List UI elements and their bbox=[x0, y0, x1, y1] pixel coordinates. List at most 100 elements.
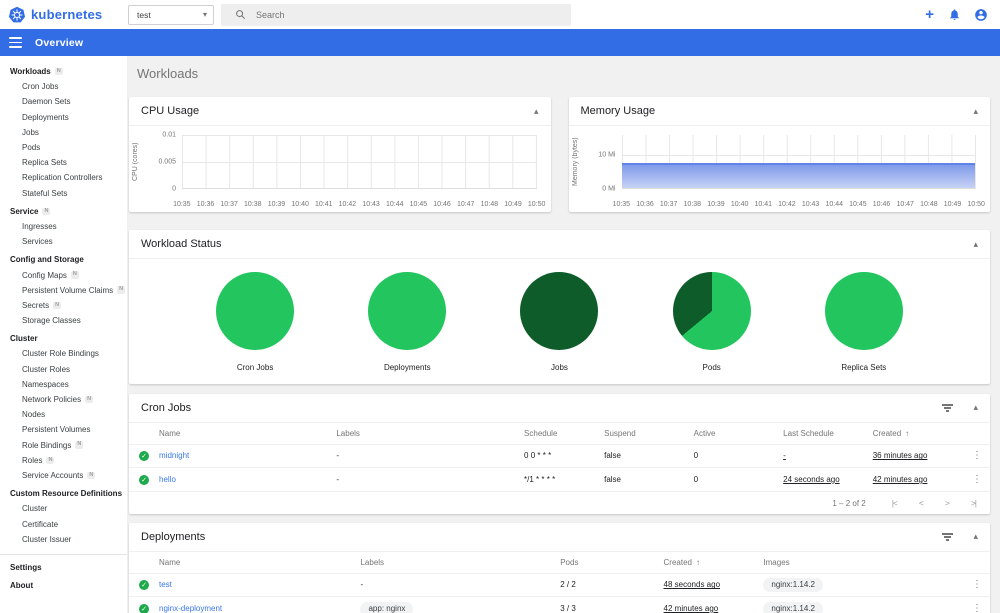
user-account-icon[interactable] bbox=[974, 8, 988, 22]
workload-status-title: Workload Status bbox=[141, 238, 222, 250]
filter-icon[interactable] bbox=[940, 402, 955, 414]
sidebar-item-namespaces[interactable]: Namespaces bbox=[0, 377, 127, 392]
collapse-caret-icon[interactable]: ▴ bbox=[973, 239, 978, 249]
memory-usage-title: Memory Usage bbox=[580, 105, 656, 117]
x-tick: 10:42 bbox=[778, 201, 796, 208]
namespaced-badge: N bbox=[75, 441, 84, 449]
sidebar-item-daemon-sets[interactable]: Daemon Sets bbox=[0, 94, 127, 109]
column-header-created[interactable]: Created ↑ bbox=[664, 552, 764, 573]
x-tick: 10:48 bbox=[920, 201, 938, 208]
table-header-row: Name Labels Schedule Suspend Active Last… bbox=[129, 423, 990, 444]
chevron-down-icon: ▾ bbox=[202, 10, 207, 19]
first-page-button[interactable]: |< bbox=[892, 498, 898, 508]
sort-ascending-icon: ↑ bbox=[905, 428, 910, 438]
sidebar-item-nodes[interactable]: Nodes bbox=[0, 407, 127, 422]
sidebar-item-crd-cluster[interactable]: Cluster bbox=[0, 501, 127, 516]
deployment-name-link[interactable]: test bbox=[159, 580, 172, 589]
prev-page-button[interactable]: < bbox=[919, 498, 924, 508]
sidebar-item-crd-certificate[interactable]: Certificate bbox=[0, 516, 127, 531]
row-menu-button[interactable]: ⋮ bbox=[972, 579, 982, 590]
last-page-button[interactable]: >| bbox=[971, 498, 977, 508]
column-header-labels[interactable]: Labels bbox=[360, 552, 560, 573]
pods-cell: 2 / 2 bbox=[560, 572, 664, 597]
filter-icon[interactable] bbox=[940, 531, 955, 543]
column-header-name[interactable]: Name bbox=[159, 423, 336, 444]
sidebar-item-crd-cluster-issuer[interactable]: Cluster Issuer bbox=[0, 532, 127, 547]
collapse-caret-icon[interactable]: ▴ bbox=[973, 403, 978, 412]
sidebar-item-replica-sets[interactable]: Replica Sets bbox=[0, 155, 127, 170]
jobs-pie-group: Jobs bbox=[494, 272, 624, 372]
created-cell: 36 minutes ago bbox=[872, 451, 928, 461]
workload-status-pies: Cron Jobs Deployments Jobs Pods Replica … bbox=[129, 259, 990, 372]
search-input[interactable] bbox=[256, 9, 506, 20]
topbar-actions: + bbox=[925, 7, 1000, 22]
sidebar-item-cluster-role-bindings[interactable]: Cluster Role Bindings bbox=[0, 346, 127, 361]
row-menu-button[interactable]: ⋮ bbox=[972, 603, 982, 613]
sidebar-item-persistent-volume-claims[interactable]: Persistent Volume Claims N bbox=[0, 283, 127, 298]
search-bar[interactable] bbox=[221, 3, 571, 26]
sidebar-item-storage-classes[interactable]: Storage Classes bbox=[0, 313, 127, 328]
created-cell: 48 seconds ago bbox=[663, 580, 721, 590]
sidebar-item-deployments[interactable]: Deployments bbox=[0, 110, 127, 125]
sidebar-item-persistent-volumes[interactable]: Persistent Volumes bbox=[0, 422, 127, 437]
namespace-selector[interactable]: test ▾ bbox=[128, 4, 214, 25]
column-header-created[interactable]: Created ↑ bbox=[873, 423, 964, 444]
sidebar-item-jobs[interactable]: Jobs bbox=[0, 125, 127, 140]
namespaced-badge: N bbox=[70, 271, 79, 279]
sidebar-item-secrets[interactable]: Secrets N bbox=[0, 298, 127, 313]
collapse-caret-icon[interactable]: ▴ bbox=[973, 106, 978, 116]
deployment-name-link[interactable]: nginx-deployment bbox=[159, 604, 222, 613]
collapse-caret-icon[interactable]: ▴ bbox=[973, 532, 978, 541]
column-header-last-schedule[interactable]: Last Schedule bbox=[783, 423, 873, 444]
x-tick: 10:41 bbox=[315, 201, 333, 208]
sidebar-header-workloads[interactable]: Workloads N bbox=[0, 64, 127, 79]
namespaced-badge: N bbox=[117, 286, 126, 294]
namespaced-badge: N bbox=[46, 456, 55, 465]
x-tick: 10:39 bbox=[707, 201, 725, 208]
suspend-cell: false bbox=[604, 443, 694, 468]
cron-jobs-table: Name Labels Schedule Suspend Active Last… bbox=[129, 423, 990, 491]
deployments-pie-group: Deployments bbox=[342, 272, 472, 372]
sidebar-item-pods[interactable]: Pods bbox=[0, 140, 127, 155]
sidebar-item-ingresses[interactable]: Ingresses bbox=[0, 219, 127, 234]
sidebar-item-cluster-roles[interactable]: Cluster Roles bbox=[0, 362, 127, 377]
menu-hamburger-icon[interactable] bbox=[9, 37, 22, 48]
collapse-caret-icon[interactable]: ▴ bbox=[534, 106, 539, 116]
column-header-suspend[interactable]: Suspend bbox=[604, 423, 694, 444]
x-tick: 10:36 bbox=[636, 201, 654, 208]
kubernetes-logo[interactable]: kubernetes bbox=[0, 6, 120, 24]
sidebar-item-about[interactable]: About bbox=[0, 578, 127, 593]
sidebar-item-services[interactable]: Services bbox=[0, 234, 127, 249]
column-header-pods[interactable]: Pods bbox=[560, 552, 663, 573]
cronjob-name-link[interactable]: midnight bbox=[159, 451, 189, 460]
replica-sets-pie-group: Replica Sets bbox=[799, 272, 929, 372]
row-menu-button[interactable]: ⋮ bbox=[972, 474, 982, 485]
sidebar-item-role-bindings[interactable]: Role Bindings N bbox=[0, 438, 127, 453]
sidebar-item-config-maps[interactable]: Config Maps N bbox=[0, 267, 127, 282]
cronjob-name-link[interactable]: hello bbox=[159, 475, 176, 484]
sidebar-item-service-accounts[interactable]: Service Accounts N bbox=[0, 468, 127, 483]
sidebar-item-settings[interactable]: Settings bbox=[0, 560, 127, 575]
sidebar-header-service[interactable]: Service N bbox=[0, 204, 127, 219]
cron-jobs-card: Cron Jobs ▴ Name Labels Schedule Suspend… bbox=[129, 394, 990, 514]
column-header-active[interactable]: Active bbox=[694, 423, 784, 444]
row-menu-button[interactable]: ⋮ bbox=[972, 450, 982, 461]
notifications-bell-icon[interactable] bbox=[947, 8, 961, 22]
sidebar-item-stateful-sets[interactable]: Stateful Sets bbox=[0, 186, 127, 201]
sidebar-item-replication-controllers[interactable]: Replication Controllers bbox=[0, 170, 127, 185]
sidebar-item-cron-jobs[interactable]: Cron Jobs bbox=[0, 79, 127, 94]
column-header-images[interactable]: Images bbox=[763, 552, 964, 573]
created-cell: 42 minutes ago bbox=[663, 604, 719, 613]
column-header-labels[interactable]: Labels bbox=[336, 423, 524, 444]
status-success-icon: ✓ bbox=[139, 450, 149, 461]
created-cell: 42 minutes ago bbox=[872, 475, 928, 484]
create-resource-button[interactable]: + bbox=[925, 7, 934, 22]
x-tick: 10:50 bbox=[527, 201, 546, 208]
sidebar-item-roles[interactable]: Roles N bbox=[0, 453, 127, 468]
y-tick: 0.005 bbox=[158, 158, 176, 166]
column-header-name[interactable]: Name bbox=[159, 552, 360, 573]
next-page-button[interactable]: > bbox=[945, 498, 950, 508]
sidebar-item-network-policies[interactable]: Network Policies N bbox=[0, 392, 127, 407]
column-header-schedule[interactable]: Schedule bbox=[524, 423, 604, 444]
memory-area-series bbox=[621, 163, 975, 188]
